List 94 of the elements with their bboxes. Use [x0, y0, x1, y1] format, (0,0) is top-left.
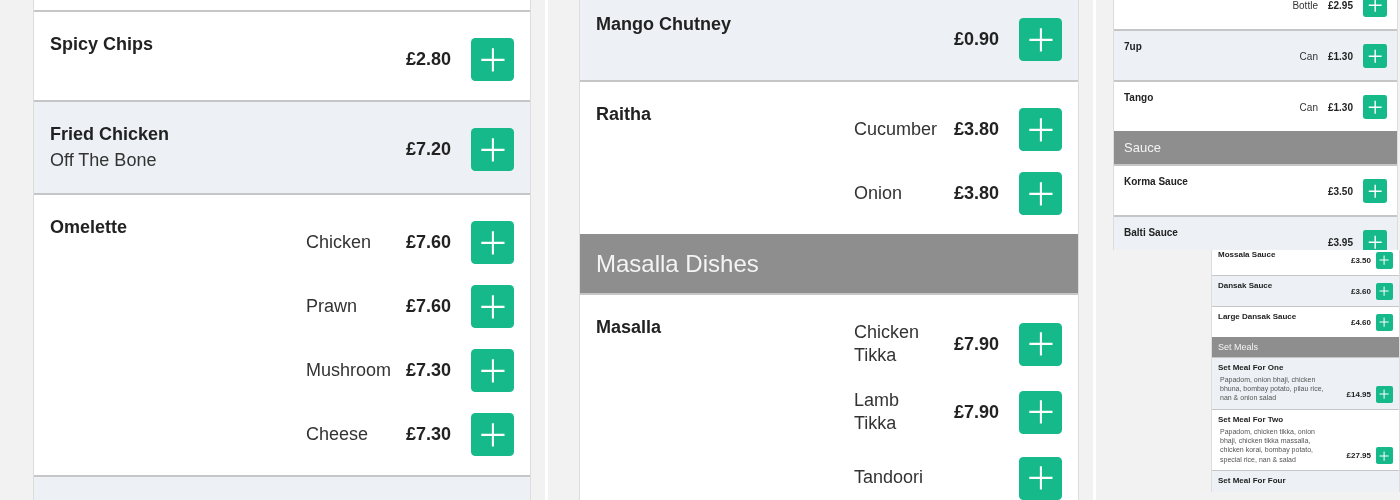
plus-icon: [1367, 48, 1383, 64]
item-name: Set Meal For Four: [1218, 476, 1286, 486]
item-name: Masalla: [596, 316, 662, 339]
add-button[interactable]: [1363, 0, 1387, 17]
item-name: Spicy Chips: [50, 33, 154, 56]
add-button[interactable]: [471, 285, 514, 329]
plus-icon: [479, 293, 506, 320]
add-button[interactable]: [471, 221, 514, 265]
price: £2.95: [1327, 0, 1353, 11]
price: £3.50: [1327, 185, 1353, 197]
add-button[interactable]: [1363, 44, 1387, 68]
item-name: Fried Chicken: [50, 123, 170, 146]
section-header: Set Meals: [1212, 337, 1399, 357]
add-button[interactable]: [471, 38, 514, 81]
add-button[interactable]: [1363, 230, 1387, 250]
add-button[interactable]: [1363, 179, 1387, 203]
item-name: Dansak Sauce: [1218, 281, 1273, 291]
price: £0.90: [953, 29, 999, 50]
price: £7.20: [405, 139, 451, 160]
plus-icon: [1379, 317, 1390, 328]
plus-icon: [1027, 465, 1054, 491]
plus-icon: [479, 229, 506, 256]
price: £1.30: [1327, 101, 1353, 113]
price: £2.80: [405, 49, 451, 70]
plus-icon: [479, 421, 506, 448]
price: £3.80: [953, 119, 999, 140]
section-header: Masalla Dishes: [580, 234, 1078, 293]
plus-icon: [479, 136, 506, 163]
plus-icon: [1367, 0, 1383, 13]
add-button[interactable]: [1019, 172, 1062, 215]
item-name: Korma Sauce: [1124, 175, 1188, 189]
variant-label: Chicken Tikka: [853, 321, 920, 368]
plus-icon: [1027, 180, 1054, 207]
item-name: Set Meal For One: [1218, 363, 1285, 373]
price: £7.90: [953, 401, 999, 423]
plus-icon: [1027, 26, 1054, 53]
variant-label: Lamb Tikka: [853, 388, 900, 436]
price: £3.80: [953, 183, 999, 204]
item-name: Large Dansak Sauce: [1218, 312, 1297, 322]
price: £27.95: [1346, 451, 1371, 461]
price: £1.30: [1327, 50, 1353, 62]
item-name: Tango: [1124, 91, 1154, 105]
item-name: Raitha: [596, 103, 651, 126]
price: £7.30: [405, 424, 451, 446]
variant-label: Can: [1299, 49, 1318, 63]
price: £7.30: [405, 360, 451, 382]
plus-icon: [1379, 450, 1390, 461]
price: £3.95: [1327, 236, 1353, 248]
add-button[interactable]: [1376, 283, 1393, 300]
variant-label: Cheese: [305, 423, 368, 446]
price: £7.60: [405, 296, 451, 318]
plus-icon: [1027, 116, 1054, 143]
plus-icon: [1379, 286, 1390, 297]
plus-icon: [1379, 389, 1390, 400]
add-button[interactable]: [1019, 108, 1062, 151]
add-button[interactable]: [1376, 314, 1393, 331]
variant-label: Can: [1299, 100, 1318, 114]
price: £4.60: [1350, 318, 1371, 327]
add-button[interactable]: [1019, 456, 1062, 500]
item-name: Balti Sauce: [1124, 226, 1178, 240]
add-button[interactable]: [1376, 447, 1393, 465]
item-name: Set Meal For Two: [1218, 414, 1285, 425]
item-subtitle: Off The Bone: [50, 149, 158, 173]
add-button[interactable]: [471, 349, 514, 393]
variant-label: Chicken: [305, 231, 371, 254]
add-button[interactable]: [1019, 390, 1062, 434]
plus-icon: [1367, 183, 1383, 199]
add-button[interactable]: [1019, 18, 1062, 61]
plus-icon: [479, 46, 506, 73]
variant-label: Onion: [853, 181, 902, 205]
plus-icon: [479, 357, 506, 384]
plus-icon: [1367, 99, 1383, 115]
variant-label: Prawn: [305, 295, 357, 318]
price: £7.60: [405, 232, 451, 254]
section-header: Sauce: [1114, 131, 1397, 164]
item-name: Mango Chutney: [596, 13, 731, 36]
plus-icon: [1379, 255, 1390, 266]
price: £7.90: [953, 333, 999, 355]
add-button[interactable]: [471, 128, 514, 171]
item-name: Omelette: [50, 216, 128, 240]
variant-label: Bottle: [1292, 0, 1318, 12]
price: £3.50: [1350, 256, 1371, 265]
plus-icon: [1027, 399, 1054, 426]
add-button[interactable]: [1376, 385, 1393, 403]
plus-icon: [1027, 331, 1054, 358]
add-button[interactable]: [471, 413, 514, 457]
add-button[interactable]: [1019, 322, 1062, 366]
add-button[interactable]: [1363, 95, 1387, 119]
variant-label: Tandoori: [853, 466, 923, 490]
item-name: 7up: [1124, 40, 1142, 54]
item-name: Mossala Sauce: [1218, 250, 1276, 260]
price: £3.60: [1350, 287, 1371, 296]
add-button[interactable]: [1376, 252, 1393, 269]
price: £14.95: [1346, 389, 1371, 399]
